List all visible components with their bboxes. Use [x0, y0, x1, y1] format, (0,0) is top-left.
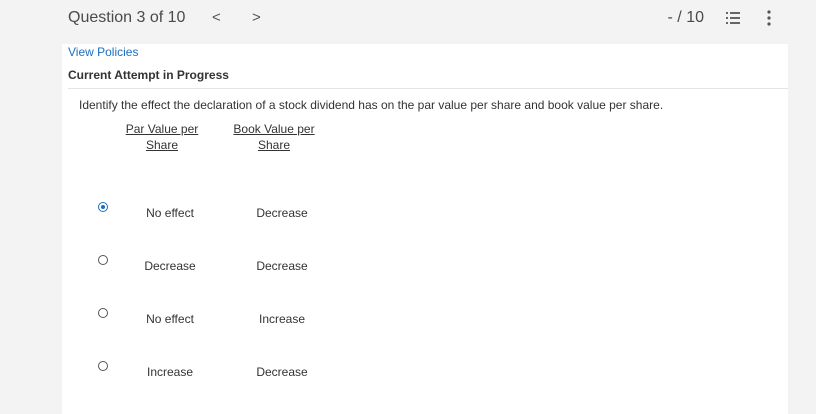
score-display: - / 10 — [667, 9, 704, 26]
answer-radio[interactable] — [98, 255, 108, 265]
answer-radio[interactable] — [98, 308, 108, 318]
answer-book-value: Decrease — [256, 259, 308, 273]
column-header-par-line2: Share — [145, 138, 179, 152]
question-counter: Question 3 of 10 — [68, 9, 186, 26]
answer-par-value: No effect — [146, 206, 194, 220]
column-header-book-line2: Share — [257, 138, 291, 152]
answer-book-value: Decrease — [256, 365, 308, 379]
view-policies-link[interactable]: View Policies — [68, 45, 138, 59]
divider — [68, 88, 788, 89]
column-header-par-value: Par Value per Share — [124, 121, 200, 153]
question-panel: View Policies Current Attempt in Progres… — [62, 44, 788, 414]
attempt-status: Current Attempt in Progress — [68, 68, 229, 82]
list-icon[interactable] — [726, 11, 740, 25]
column-header-par-line1: Par Value per — [125, 122, 199, 136]
answer-radio[interactable] — [98, 361, 108, 371]
answer-book-value: Decrease — [256, 206, 308, 220]
question-text: Identify the effect the declaration of a… — [79, 98, 664, 112]
prev-question-icon[interactable]: < — [212, 9, 221, 26]
column-header-book-value: Book Value per Share — [232, 121, 316, 153]
next-question-icon[interactable]: > — [252, 9, 261, 26]
answer-par-value: Decrease — [144, 259, 196, 273]
answer-book-value: Increase — [258, 312, 306, 326]
top-bar: Question 3 of 10 < > - / 10 — [0, 0, 816, 36]
answer-par-value: No effect — [146, 312, 194, 326]
answer-par-value: Increase — [146, 365, 194, 379]
answer-radio[interactable] — [98, 202, 108, 212]
more-vertical-icon[interactable] — [764, 10, 774, 26]
column-header-book-line1: Book Value per — [233, 122, 315, 136]
